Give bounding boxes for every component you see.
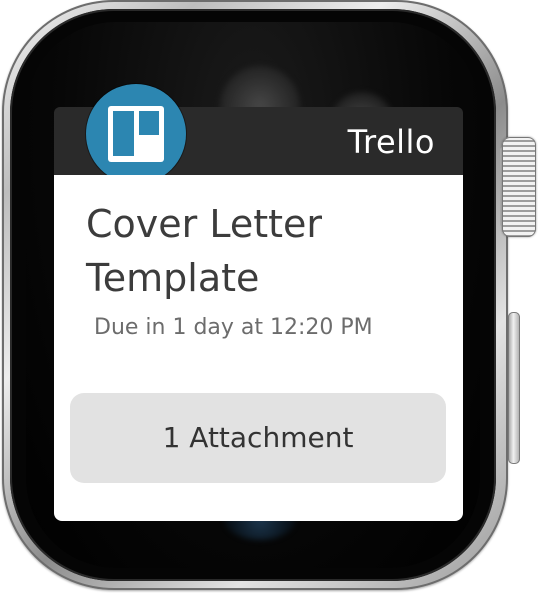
trello-board-glyph: [108, 106, 164, 162]
trello-icon: [86, 84, 186, 184]
due-date-text: Due in 1 day at 12:20 PM: [94, 315, 373, 340]
app-name: Trello: [347, 123, 435, 161]
trello-list-right: [139, 111, 159, 135]
apple-watch-mockup: Trello Cover Letter Template Due in 1 da…: [0, 0, 538, 593]
attachment-button[interactable]: 1 Attachment: [70, 393, 446, 483]
trello-list-left: [113, 111, 134, 156]
card-title: Cover Letter Template: [86, 202, 323, 300]
digital-crown[interactable]: [502, 137, 536, 237]
side-button[interactable]: [508, 312, 520, 464]
notification-body[interactable]: Cover Letter Template Due in 1 day at 12…: [54, 175, 463, 521]
